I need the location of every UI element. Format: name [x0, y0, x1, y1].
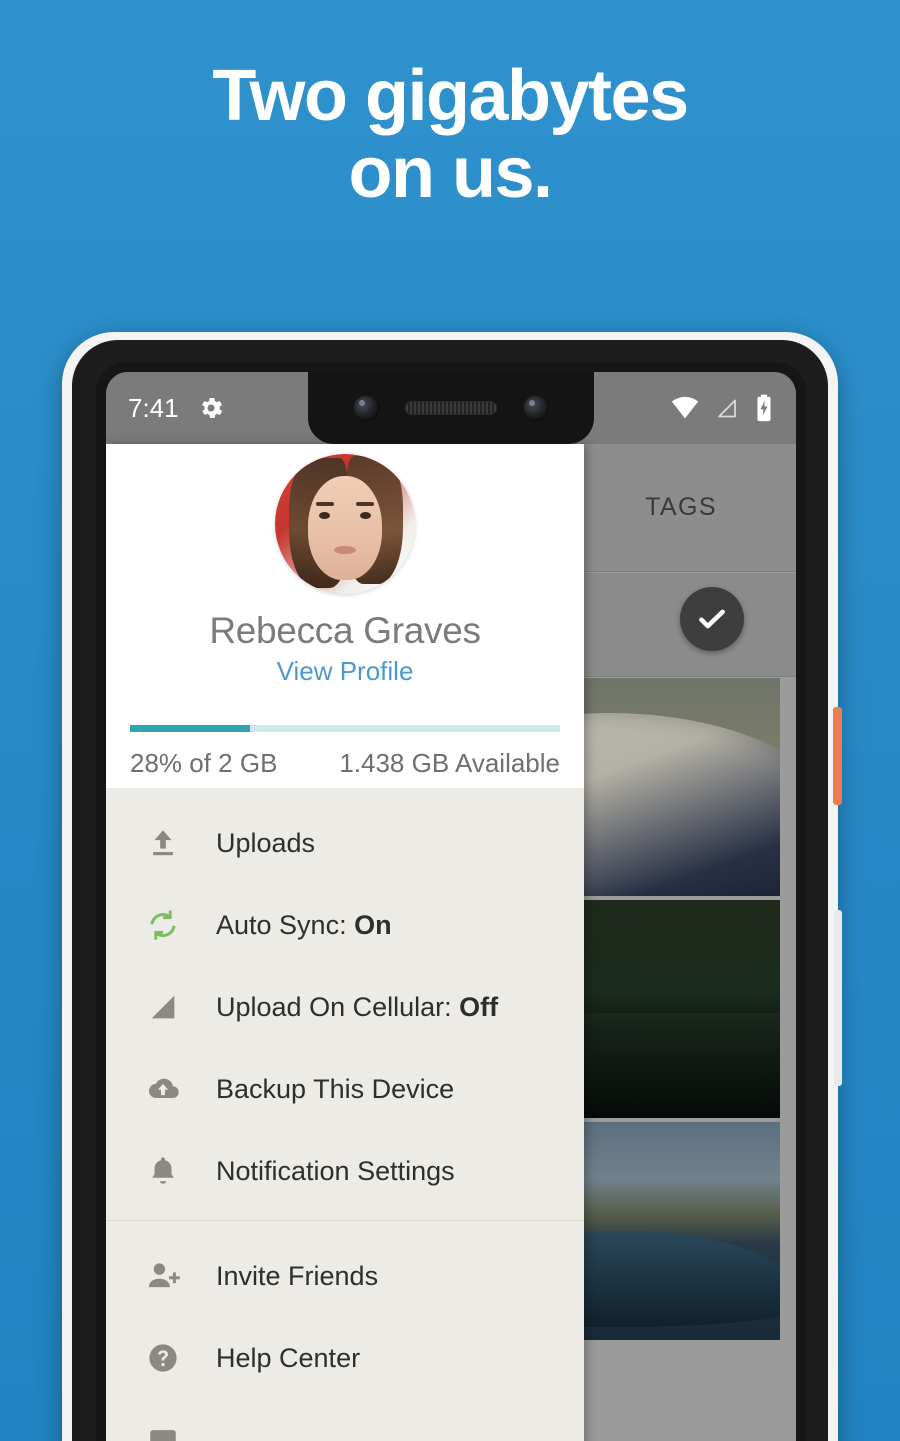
menu-item-backup-this-device[interactable]: Backup This Device: [106, 1048, 584, 1130]
gear-icon[interactable]: [197, 394, 225, 422]
cellular-signal-icon: [132, 990, 194, 1024]
wifi-icon: [670, 396, 700, 420]
phone-device-frame: TAGS Rebecca Graves View Profile 28% of …: [62, 332, 842, 1441]
storage-available-label: 1.438 GB Available: [339, 748, 560, 778]
menu-item-partially-visible[interactable]: [106, 1399, 584, 1441]
status-bar-right: [670, 394, 774, 422]
drawer-menu-section-secondary: Invite Friends Help Center: [106, 1220, 584, 1441]
profile-name: Rebecca Graves: [209, 610, 481, 651]
upload-icon: [132, 826, 194, 860]
menu-item-uploads[interactable]: Uploads: [106, 802, 584, 884]
menu-item-upload-on-cellular[interactable]: Upload On Cellular: Off: [106, 966, 584, 1048]
storage-progress-fill: [130, 725, 251, 732]
front-camera-icon: [353, 395, 379, 421]
drawer-profile-header: Rebecca Graves View Profile 28% of 2 GB …: [106, 444, 584, 788]
secondary-camera-icon: [523, 395, 549, 421]
cellular-signal-icon: [714, 396, 740, 420]
phone-screen: TAGS Rebecca Graves View Profile 28% of …: [106, 372, 796, 1441]
storage-progress-track: [130, 725, 560, 732]
person-add-icon: [132, 1258, 194, 1294]
battery-charging-icon: [754, 394, 774, 422]
navigation-drawer: Rebecca Graves View Profile 28% of 2 GB …: [106, 444, 584, 1441]
menu-item-auto-sync[interactable]: Auto Sync: On: [106, 884, 584, 966]
menu-label-notification-settings: Notification Settings: [216, 1155, 455, 1186]
headline-line-1: Two gigabytes: [212, 56, 689, 136]
menu-item-help-center[interactable]: Help Center: [106, 1317, 584, 1399]
sync-icon: [132, 908, 194, 942]
phone-inner-bezel: TAGS Rebecca Graves View Profile 28% of …: [96, 362, 806, 1441]
view-profile-link[interactable]: View Profile: [128, 656, 562, 687]
menu-label-auto-sync: Auto Sync: On: [216, 909, 392, 940]
drawer-menu-section-primary: Uploads Auto Sync: On Upload On Cellular…: [106, 788, 584, 1212]
menu-item-invite-friends[interactable]: Invite Friends: [106, 1235, 584, 1317]
power-button[interactable]: [833, 707, 842, 805]
menu-label-upload-on-cellular: Upload On Cellular: Off: [216, 991, 499, 1022]
tab-tags[interactable]: TAGS: [566, 493, 796, 522]
menu-label-uploads: Uploads: [216, 827, 316, 858]
user-avatar[interactable]: [275, 454, 415, 594]
cloud-upload-icon: [132, 1071, 194, 1107]
storage-labels-row: 28% of 2 GB 1.438 GB Available: [130, 748, 560, 779]
phone-bezel: TAGS Rebecca Graves View Profile 28% of …: [72, 340, 828, 1441]
select-all-check-circle-icon[interactable]: [680, 587, 744, 651]
promo-headline: Two gigabytes on us.: [0, 56, 900, 214]
volume-rocker-button[interactable]: [834, 910, 842, 1086]
earpiece-speaker-icon: [405, 401, 497, 415]
feedback-icon: [132, 1423, 194, 1441]
status-bar-left: 7:41: [128, 393, 225, 424]
menu-item-notification-settings[interactable]: Notification Settings: [106, 1130, 584, 1212]
menu-label-help-center: Help Center: [216, 1342, 361, 1373]
menu-label-invite-friends: Invite Friends: [216, 1260, 379, 1291]
bell-icon: [132, 1154, 194, 1188]
help-circle-icon: [132, 1341, 194, 1375]
phone-notch: [308, 372, 594, 444]
menu-label-backup-this-device: Backup This Device: [216, 1073, 455, 1104]
storage-progress-bar: 28% of 2 GB 1.438 GB Available: [128, 725, 562, 779]
headline-line-2: on us.: [348, 133, 554, 214]
storage-used-label: 28% of 2 GB: [130, 748, 278, 778]
status-bar-clock: 7:41: [128, 392, 179, 423]
